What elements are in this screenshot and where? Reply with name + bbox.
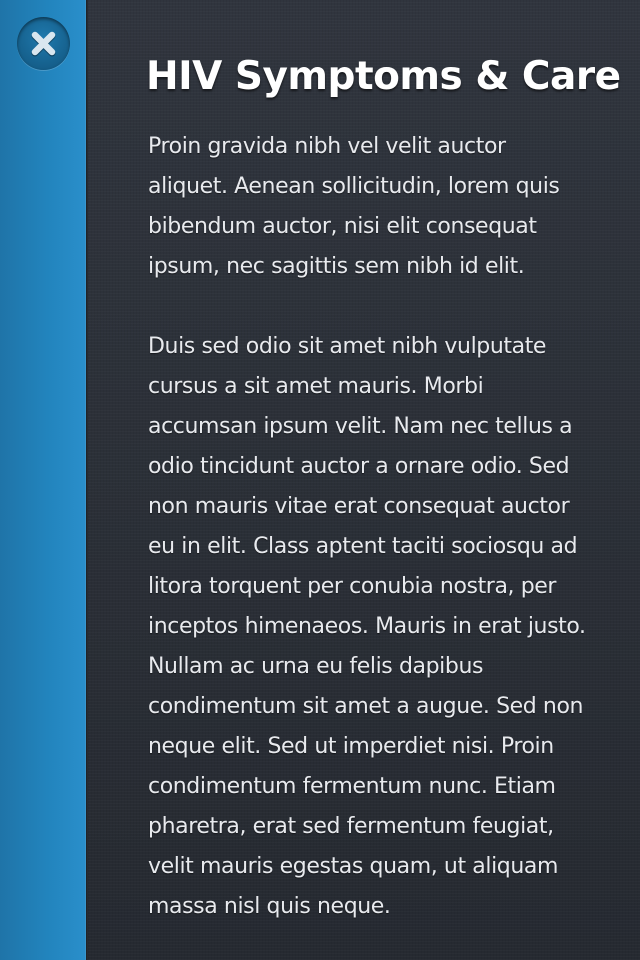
article-paragraph: Proin gravida nibh vel velit auctor aliq… — [148, 134, 560, 279]
close-x-icon — [31, 31, 56, 57]
article-body: Proin gravida nibh vel velit auctor aliq… — [148, 127, 588, 960]
screen: HIV Symptoms & Care Proin gravida nibh v… — [0, 0, 640, 960]
page-title: HIV Symptoms & Care — [146, 54, 621, 99]
article-panel: HIV Symptoms & Care Proin gravida nibh v… — [88, 0, 640, 960]
sidebar — [0, 0, 86, 960]
article-paragraph: Duis sed odio sit amet nibh vulputate cu… — [148, 334, 586, 919]
close-button[interactable] — [17, 17, 70, 70]
